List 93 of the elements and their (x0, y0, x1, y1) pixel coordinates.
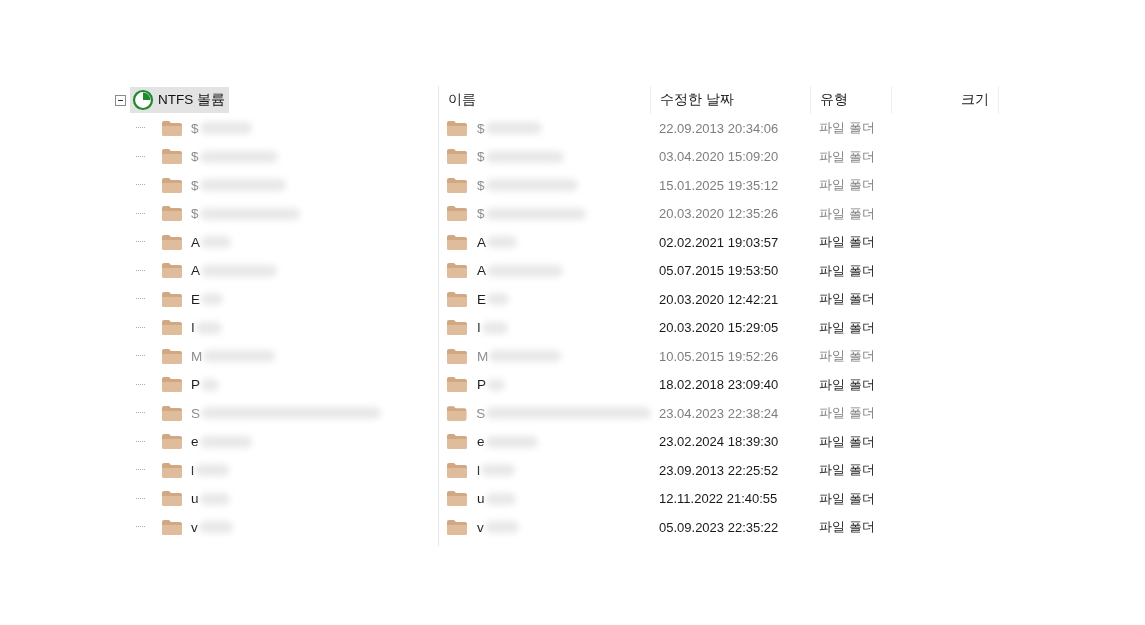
modified-date: 22.09.2013 20:34:06 (658, 120, 780, 136)
folder-name[interactable]: e (191, 434, 199, 450)
file-type: 파일 폴더 (818, 176, 876, 195)
folder-icon (446, 404, 468, 422)
folder-name[interactable]: S (191, 405, 200, 421)
modified-date: 18.02.2018 23:09:40 (658, 377, 780, 393)
folder-icon (446, 176, 468, 194)
folder-icon (446, 319, 468, 337)
folder-icon (161, 205, 183, 223)
folder-name[interactable]: A (191, 234, 200, 250)
folder-icon (446, 262, 468, 280)
modified-date: 10.05.2015 19:52:26 (658, 348, 780, 364)
file-name: A (477, 234, 486, 250)
folder-icon (161, 518, 183, 536)
folder-icon (446, 347, 468, 365)
file-name: $ (477, 149, 485, 165)
file-type: 파일 폴더 (818, 489, 876, 508)
folder-icon (161, 148, 183, 166)
folder-icon (446, 518, 468, 536)
folder-name[interactable]: u (191, 491, 199, 507)
folder-icon (446, 233, 468, 251)
folder-icon (446, 461, 468, 479)
folder-name[interactable]: A (191, 263, 200, 279)
folder-icon (161, 233, 183, 251)
file-name: $ (477, 177, 485, 193)
folder-name[interactable]: M (191, 348, 203, 364)
column-header[interactable]: 수정한 날짜 (651, 86, 811, 114)
modified-date: 23.09.2013 22:25:52 (658, 462, 780, 478)
folder-icon (446, 376, 468, 394)
folder-icon (161, 404, 183, 422)
file-name: A (477, 263, 486, 279)
file-name: E (477, 291, 486, 307)
modified-date: 03.04.2020 15:09:20 (658, 149, 780, 165)
file-type: 파일 폴더 (818, 147, 876, 166)
folder-icon (446, 490, 468, 508)
file-name: $ (477, 120, 485, 136)
modified-date: 02.02.2021 19:03:57 (658, 234, 780, 250)
file-type: 파일 폴더 (818, 347, 876, 366)
modified-date: 05.07.2015 19:53:50 (658, 263, 780, 279)
file-name: l (477, 462, 480, 478)
folder-name[interactable]: P (191, 377, 200, 393)
modified-date: 23.04.2023 22:38:24 (658, 405, 780, 421)
folder-icon (161, 376, 183, 394)
folder-icon (446, 290, 468, 308)
file-name: M (477, 348, 489, 364)
column-header[interactable]: 이름 (439, 86, 651, 114)
modified-date: 05.09.2023 22:35:22 (658, 519, 780, 535)
modified-date: 20.03.2020 12:42:21 (658, 291, 780, 307)
folder-name[interactable]: E (191, 291, 200, 307)
modified-date: 12.11.2022 21:40:55 (658, 491, 779, 507)
modified-date: 20.03.2020 12:35:26 (658, 206, 780, 222)
folder-icon (161, 490, 183, 508)
folder-icon (446, 148, 468, 166)
folder-icon (446, 205, 468, 223)
file-type: 파일 폴더 (818, 318, 876, 337)
file-name: P (477, 377, 486, 393)
folder-icon (161, 119, 183, 137)
folder-icon (161, 433, 183, 451)
file-type: 파일 폴더 (818, 404, 876, 423)
folder-icon (161, 319, 183, 337)
file-name: u (477, 491, 485, 507)
file-type: 파일 폴더 (818, 233, 876, 252)
file-type: 파일 폴더 (818, 461, 876, 480)
file-type: 파일 폴더 (818, 204, 876, 223)
file-type: 파일 폴더 (818, 375, 876, 394)
tree-root-item[interactable]: NTFS 볼륨 (130, 87, 229, 113)
modified-date: 20.03.2020 15:29:05 (658, 320, 780, 336)
folder-icon (446, 433, 468, 451)
disk-usage-icon (132, 89, 154, 111)
folder-name[interactable]: l (191, 462, 194, 478)
file-name: I (477, 320, 481, 336)
column-header[interactable]: 크기 (892, 86, 999, 114)
folder-name[interactable]: I (191, 320, 195, 336)
folder-icon (161, 290, 183, 308)
column-header[interactable]: 유형 (811, 86, 892, 114)
file-name: S (476, 405, 486, 421)
file-type: 파일 폴더 (818, 432, 876, 451)
file-name: e (477, 434, 485, 450)
modified-date: 15.01.2025 19:35:12 (658, 177, 780, 193)
folder-icon (161, 176, 183, 194)
file-type: 파일 폴더 (818, 261, 876, 280)
file-type: 파일 폴더 (818, 518, 876, 537)
file-type: 파일 폴더 (818, 290, 876, 309)
file-name: v (477, 519, 484, 535)
folder-icon (161, 262, 183, 280)
folder-icon (446, 119, 468, 137)
file-name: $ (477, 206, 485, 222)
modified-date: 23.02.2024 18:39:30 (658, 434, 780, 450)
file-type: 파일 폴더 (818, 119, 876, 138)
folder-name[interactable]: v (191, 519, 198, 535)
folder-icon (161, 347, 183, 365)
folder-icon (161, 461, 183, 479)
collapse-toggle[interactable] (115, 94, 126, 106)
